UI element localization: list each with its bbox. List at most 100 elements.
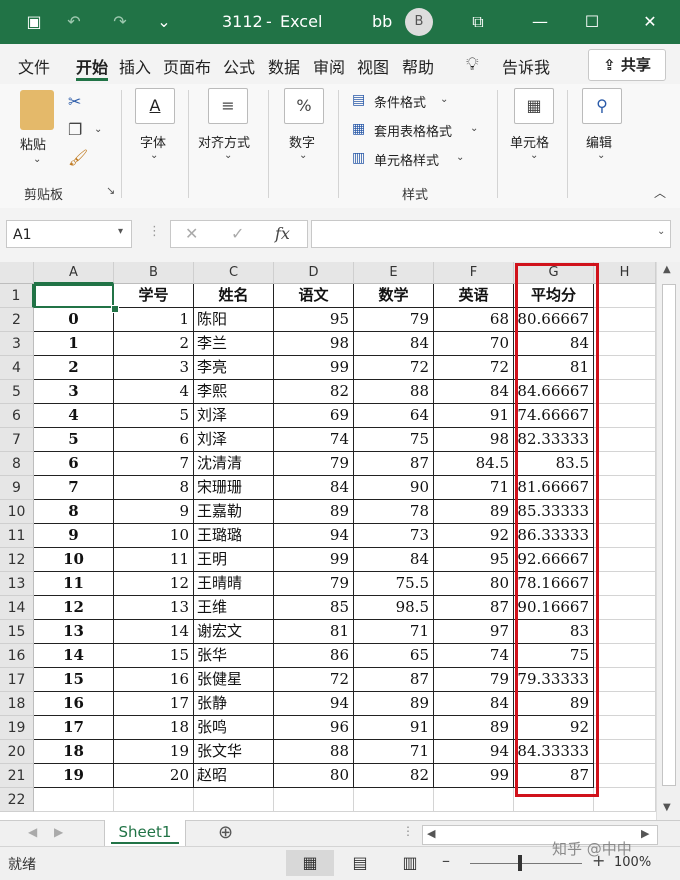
name-cell[interactable]: 刘泽	[194, 404, 274, 428]
data-cell[interactable]: 94	[274, 692, 354, 716]
data-cell[interactable]: 74	[434, 644, 514, 668]
data-cell[interactable]: 99	[274, 548, 354, 572]
enter-icon[interactable]: ✓	[231, 224, 244, 243]
search-icon[interactable]: ⚲	[582, 88, 622, 124]
table-format-chevron-icon[interactable]: ⌄	[470, 123, 478, 134]
cell[interactable]	[594, 500, 656, 524]
cell[interactable]	[354, 788, 434, 812]
column-header-c[interactable]: C	[194, 262, 274, 284]
insert-function-icon[interactable]: fx	[275, 224, 290, 243]
page-break-view-icon[interactable]: ▥	[386, 850, 434, 876]
index-cell[interactable]: 2	[34, 356, 114, 380]
maximize-icon[interactable]: ☐	[580, 10, 604, 34]
index-cell[interactable]: 11	[34, 572, 114, 596]
data-cell[interactable]: 88	[274, 740, 354, 764]
data-cell[interactable]: 94	[274, 524, 354, 548]
data-cell[interactable]: 91	[354, 716, 434, 740]
data-cell[interactable]: 79	[274, 452, 354, 476]
font-label[interactable]: 字体	[140, 132, 166, 151]
row-header[interactable]: 22	[0, 788, 34, 812]
copy-icon[interactable]: ❐	[68, 120, 82, 139]
paste-chevron-icon[interactable]: ⌄	[33, 154, 41, 165]
name-cell[interactable]: 李兰	[194, 332, 274, 356]
expand-formula-icon[interactable]: ⌄	[657, 226, 665, 237]
data-cell[interactable]: 73	[354, 524, 434, 548]
header-cell[interactable]: 英语	[434, 284, 514, 308]
align-label[interactable]: 对齐方式	[198, 132, 250, 151]
name-box-dropdown-icon[interactable]: ▾	[118, 226, 123, 237]
name-cell[interactable]: 张文华	[194, 740, 274, 764]
cell[interactable]	[594, 356, 656, 380]
cell[interactable]	[274, 788, 354, 812]
cell[interactable]	[594, 332, 656, 356]
data-cell[interactable]: 13	[114, 596, 194, 620]
more-options-icon[interactable]: ⋮	[148, 224, 161, 239]
conditional-format-button[interactable]: 条件格式	[374, 92, 426, 111]
row-header[interactable]: 12	[0, 548, 34, 572]
cell[interactable]	[594, 476, 656, 500]
cell[interactable]	[114, 788, 194, 812]
name-cell[interactable]: 谢宏文	[194, 620, 274, 644]
scroll-left-icon[interactable]: ◀	[427, 827, 435, 840]
cell[interactable]	[594, 716, 656, 740]
cell[interactable]	[594, 284, 656, 308]
number-icon[interactable]: %	[284, 88, 324, 124]
cell[interactable]	[594, 404, 656, 428]
data-cell[interactable]: 8	[114, 476, 194, 500]
cell[interactable]	[594, 668, 656, 692]
prev-sheet-icon[interactable]: ◀	[28, 825, 37, 839]
select-all-corner[interactable]	[0, 262, 34, 284]
name-cell[interactable]: 张健星	[194, 668, 274, 692]
row-header[interactable]: 3	[0, 332, 34, 356]
cell[interactable]	[594, 524, 656, 548]
header-cell[interactable]: 语文	[274, 284, 354, 308]
data-cell[interactable]: 80	[434, 572, 514, 596]
next-sheet-icon[interactable]: ▶	[54, 825, 63, 839]
index-cell[interactable]: 13	[34, 620, 114, 644]
number-label[interactable]: 数字	[289, 132, 315, 151]
row-header[interactable]: 17	[0, 668, 34, 692]
data-cell[interactable]: 85	[274, 596, 354, 620]
data-cell[interactable]: 15	[114, 644, 194, 668]
tab-split-icon[interactable]: ⋮	[402, 824, 414, 838]
cell-style-button[interactable]: 单元格样式	[374, 150, 439, 169]
data-cell[interactable]: 79	[274, 572, 354, 596]
name-cell[interactable]: 赵昭	[194, 764, 274, 788]
data-cell[interactable]: 84.5	[434, 452, 514, 476]
cell-style-chevron-icon[interactable]: ⌄	[456, 152, 464, 163]
data-cell[interactable]: 98.5	[354, 596, 434, 620]
avatar[interactable]: B	[405, 8, 433, 36]
lightbulb-icon[interactable]: 💡︎	[466, 54, 479, 75]
column-header-b[interactable]: B	[114, 262, 194, 284]
data-cell[interactable]: 94	[434, 740, 514, 764]
cell[interactable]	[594, 740, 656, 764]
redo-icon[interactable]: ↷	[108, 10, 132, 34]
header-cell[interactable]: 数学	[354, 284, 434, 308]
name-cell[interactable]: 宋珊珊	[194, 476, 274, 500]
save-icon[interactable]: ▣	[22, 10, 46, 34]
data-cell[interactable]: 75.5	[354, 572, 434, 596]
index-cell[interactable]: 1	[34, 332, 114, 356]
data-cell[interactable]: 17	[114, 692, 194, 716]
font-chevron-icon[interactable]: ⌄	[150, 150, 158, 161]
data-cell[interactable]: 89	[274, 500, 354, 524]
data-cell[interactable]: 18	[114, 716, 194, 740]
data-cell[interactable]: 84	[354, 548, 434, 572]
data-cell[interactable]: 82	[354, 764, 434, 788]
data-cell[interactable]: 72	[434, 356, 514, 380]
row-header[interactable]: 6	[0, 404, 34, 428]
cell[interactable]	[594, 428, 656, 452]
header-cell[interactable]: 学号	[114, 284, 194, 308]
cell[interactable]	[594, 380, 656, 404]
name-cell[interactable]: 王晴晴	[194, 572, 274, 596]
vertical-scrollbar[interactable]: ▲ ▼	[656, 262, 680, 820]
cell[interactable]	[594, 308, 656, 332]
name-cell[interactable]: 张静	[194, 692, 274, 716]
name-cell[interactable]: 王维	[194, 596, 274, 620]
row-header[interactable]: 18	[0, 692, 34, 716]
menu-help[interactable]: 帮助	[402, 54, 434, 78]
index-cell[interactable]: 12	[34, 596, 114, 620]
data-cell[interactable]: 80	[274, 764, 354, 788]
data-cell[interactable]: 72	[274, 668, 354, 692]
data-cell[interactable]: 87	[354, 452, 434, 476]
